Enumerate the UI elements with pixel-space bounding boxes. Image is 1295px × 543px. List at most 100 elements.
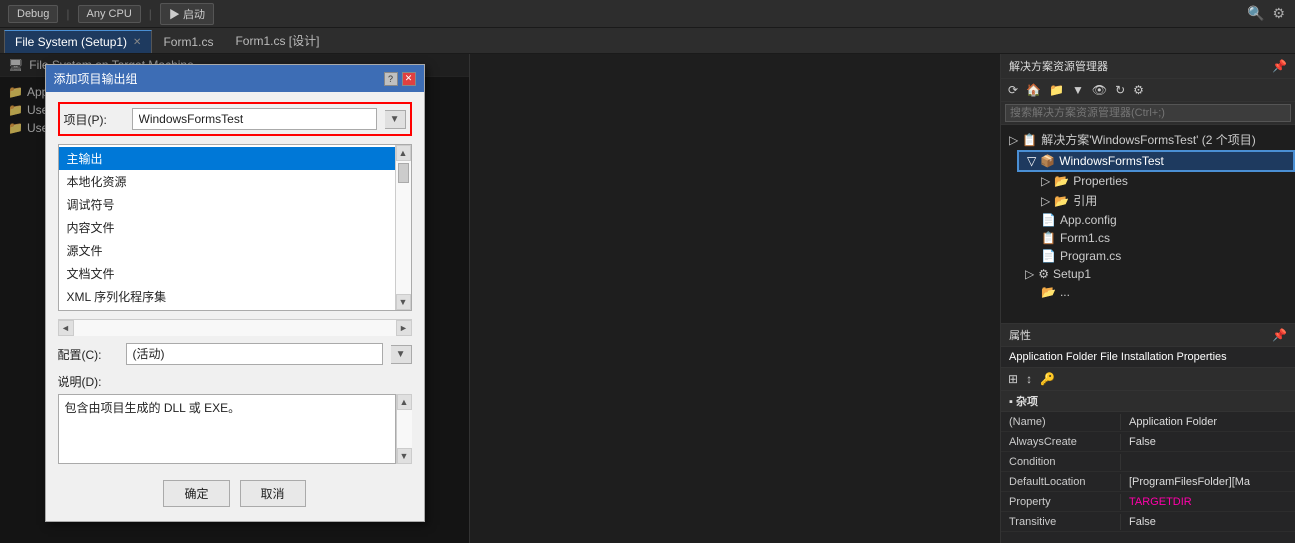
search-icon[interactable]: 🔍: [1245, 3, 1266, 24]
sol-form1cs[interactable]: 📋 Form1.cs: [1033, 229, 1295, 247]
pin-icon[interactable]: 📌: [1272, 59, 1287, 73]
props-sort-btn[interactable]: ↕: [1023, 370, 1035, 388]
sol-solution-label: 解决方案'WindowsFormsTest' (2 个项目): [1041, 131, 1256, 148]
sol-filter-btn[interactable]: ▼: [1069, 81, 1087, 99]
sol-home-btn[interactable]: 🏠: [1023, 81, 1044, 99]
scroll-track: [396, 161, 411, 294]
sol-references[interactable]: ▷ 📂 引用: [1033, 190, 1295, 211]
props-toolbar: ⊞ ↕ 🔑: [1001, 368, 1295, 391]
scroll-up-btn[interactable]: ▲: [396, 145, 411, 161]
scroll-right-btn[interactable]: ►: [396, 320, 412, 336]
props-key-condition: Condition: [1001, 454, 1121, 470]
sol-setup1-label: Setup1: [1053, 267, 1091, 281]
right-panel: 解决方案资源管理器 📌 ⟳ 🏠 📁 ▼ 👁 ↻ ⚙ ▷ 📋 解决方案'Windo…: [1000, 54, 1295, 543]
dialog-output-list-container: 主输出 本地化资源 调试符号 内容文件 源文件 文档文件 XML 序列化程序集 …: [58, 144, 412, 311]
tab-form1cs-design[interactable]: Form1.cs [设计]: [224, 27, 330, 53]
sol-form1cs-label: Form1.cs: [1060, 231, 1110, 245]
scroll-thumb[interactable]: [398, 163, 409, 183]
tab-filesystem-label: File System (Setup1): [15, 35, 127, 49]
sol-wft-label: WindowsFormsTest: [1059, 154, 1164, 168]
sol-refs-expand: ▷: [1041, 194, 1050, 208]
left-panel: 🖥 File System on Target Machine 📁 Applic…: [0, 54, 470, 543]
scroll-down-btn[interactable]: ▼: [396, 294, 411, 310]
sol-solution-root[interactable]: ▷ 📋 解决方案'WindowsFormsTest' (2 个项目): [1001, 129, 1295, 150]
sol-gear-btn[interactable]: ⚙: [1130, 81, 1147, 99]
sol-properties[interactable]: ▷ 📂 Properties: [1033, 172, 1295, 190]
sol-setup1-child-label: ...: [1060, 285, 1070, 299]
props-key-alwayscreate: AlwaysCreate: [1001, 434, 1121, 450]
desc-scroll-up[interactable]: ▲: [397, 394, 412, 410]
dialog-config-select[interactable]: (活动): [126, 343, 383, 365]
props-key-transitive: Transitive: [1001, 514, 1121, 530]
sol-windowsformstest[interactable]: ▽ 📦 WindowsFormsTest: [1017, 150, 1295, 172]
sol-wft-icon: 📦: [1040, 154, 1055, 168]
dialog-ok-btn[interactable]: 确定: [163, 480, 229, 507]
props-section-expand[interactable]: ▪: [1009, 396, 1013, 408]
sol-setup1-child-icon: 📂: [1041, 285, 1056, 299]
sol-sync-btn[interactable]: ⟳: [1005, 81, 1021, 99]
props-key-btn[interactable]: 🔑: [1037, 370, 1058, 388]
start-btn[interactable]: ▶ 启动: [160, 3, 214, 25]
tab-form1cs[interactable]: Form1.cs: [152, 30, 224, 53]
list-item-localized[interactable]: 本地化资源: [59, 170, 395, 193]
sol-refresh-btn[interactable]: ↻: [1112, 81, 1128, 99]
sol-preview-btn[interactable]: 👁: [1089, 81, 1110, 99]
dialog-output-list[interactable]: 主输出 本地化资源 调试符号 内容文件 源文件 文档文件 XML 序列化程序集: [59, 145, 395, 310]
sol-folder-btn[interactable]: 📁: [1046, 81, 1067, 99]
sol-appconfig[interactable]: 📄 App.config: [1033, 211, 1295, 229]
properties-panel: 属性 📌 Application Folder File Installatio…: [1001, 323, 1295, 543]
top-toolbar: Debug | Any CPU | ▶ 启动 🔍 ⚙: [0, 0, 1295, 28]
sol-appconfig-label: App.config: [1060, 213, 1117, 227]
dialog-project-select[interactable]: WindowsFormsTest: [132, 108, 377, 130]
solution-explorer-header: 解决方案资源管理器 📌: [1001, 54, 1295, 79]
dialog-list-scrollbar[interactable]: ▲ ▼: [395, 145, 411, 310]
props-val-transitive: False: [1121, 514, 1295, 530]
sol-appconfig-icon: 📄: [1041, 213, 1056, 227]
main-area: 🖥 File System on Target Machine 📁 Applic…: [0, 54, 1295, 543]
dialog-project-arrow[interactable]: ▼: [385, 110, 406, 129]
dialog-close-btn[interactable]: ✕: [402, 72, 416, 86]
tab-filesystem-close[interactable]: ✕: [133, 37, 141, 48]
debug-btn[interactable]: Debug: [8, 5, 58, 23]
list-item-docs[interactable]: 文档文件: [59, 262, 395, 285]
scroll-left-btn[interactable]: ◄: [58, 320, 74, 336]
list-item-xml-serializer[interactable]: XML 序列化程序集: [59, 285, 395, 308]
props-row-alwayscreate: AlwaysCreate False: [1001, 432, 1295, 452]
center-empty-area: [470, 54, 1000, 543]
sol-setup1[interactable]: ▷ ⚙ Setup1: [1017, 265, 1295, 283]
tab-form1cs-label: Form1.cs: [163, 35, 213, 49]
dialog-cancel-btn[interactable]: 取消: [240, 480, 306, 507]
solution-search-container: [1001, 102, 1295, 125]
settings-icon[interactable]: ⚙: [1270, 3, 1287, 24]
dialog-project-row: 项目(P): WindowsFormsTest ▼: [58, 102, 412, 136]
sol-programcs-label: Program.cs: [1060, 249, 1121, 263]
props-header-title: 属性: [1009, 327, 1031, 343]
dialog-project-label: 项目(P):: [64, 111, 124, 128]
center-panel: [470, 54, 1000, 543]
dialog-title: 添加项目输出组: [54, 70, 138, 87]
sol-programcs[interactable]: 📄 Program.cs: [1033, 247, 1295, 265]
props-key-property: Property: [1001, 494, 1121, 510]
dialog-horiz-scroll: ◄ ►: [58, 319, 412, 335]
tab-filesystem[interactable]: File System (Setup1) ✕: [4, 30, 152, 53]
dialog-config-arrow[interactable]: ▼: [391, 345, 412, 364]
solution-toolbar: ⟳ 🏠 📁 ▼ 👁 ↻ ⚙: [1001, 79, 1295, 102]
cpu-btn[interactable]: Any CPU: [78, 5, 141, 23]
solution-tree: ▷ 📋 解决方案'WindowsFormsTest' (2 个项目) ▽ 📦 W…: [1001, 125, 1295, 323]
sol-programcs-icon: 📄: [1041, 249, 1056, 263]
props-pin-icon[interactable]: 📌: [1272, 328, 1287, 342]
dialog-config-label: 配置(C):: [58, 346, 118, 363]
desc-scroll-down[interactable]: ▼: [397, 448, 412, 464]
list-item-debug-symbols[interactable]: 调试符号: [59, 193, 395, 216]
props-grid-btn[interactable]: ⊞: [1005, 370, 1021, 388]
dialog-help-btn[interactable]: ?: [384, 72, 398, 86]
dialog-desc-row: 说明(D): 包含由项目生成的 DLL 或 EXE。 ▲ ▼: [58, 373, 412, 464]
props-section-misc: ▪ 杂项: [1001, 391, 1295, 412]
dialog-desc-scrollbar[interactable]: ▲ ▼: [396, 394, 412, 464]
list-item-source[interactable]: 源文件: [59, 239, 395, 262]
list-item-content[interactable]: 内容文件: [59, 216, 395, 239]
sol-setup1-child[interactable]: 📂 ...: [1033, 283, 1295, 301]
list-item-main-output[interactable]: 主输出: [59, 147, 395, 170]
dialog-config-row: 配置(C): (活动) ▼: [58, 343, 412, 365]
solution-search-input[interactable]: [1005, 104, 1291, 122]
